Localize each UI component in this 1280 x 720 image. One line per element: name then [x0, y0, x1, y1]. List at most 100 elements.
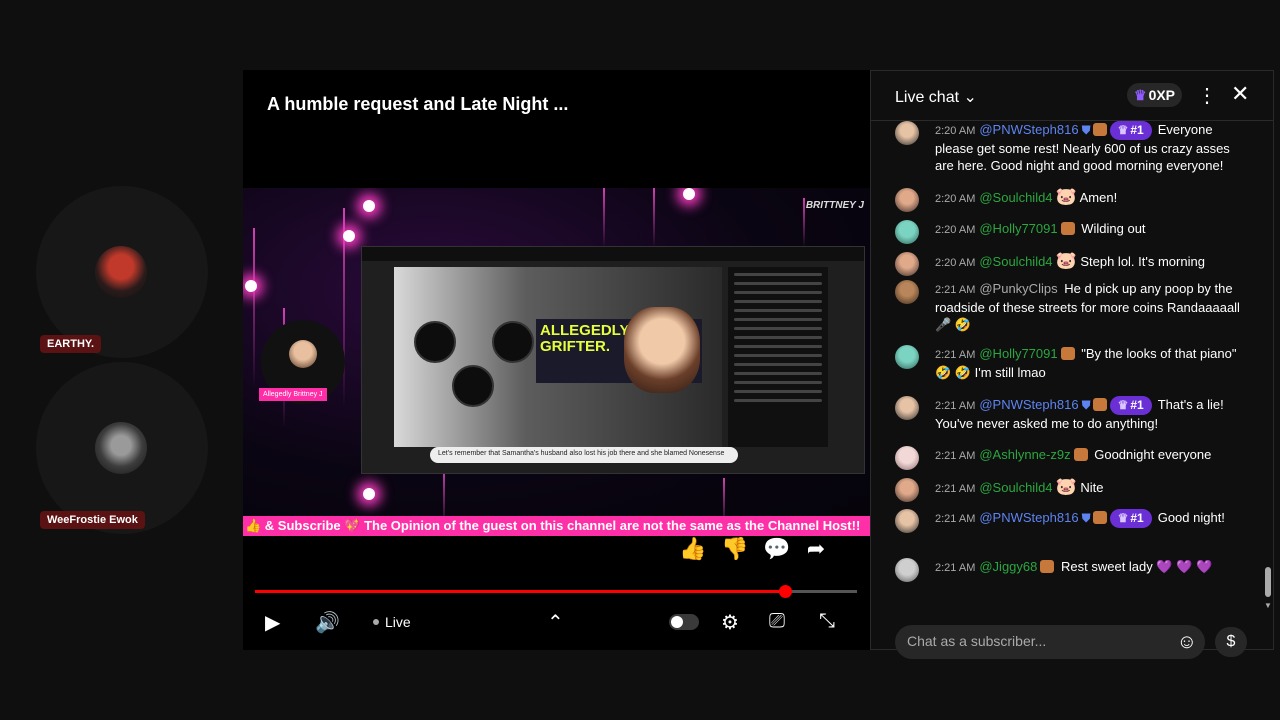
avatar: [895, 558, 919, 582]
chat-message-text: Amen!: [1079, 190, 1118, 205]
cast-icon[interactable]: ⎚: [769, 610, 785, 633]
stream-page: EARTHY. WeeFrostie Ewok A humble request…: [0, 0, 1280, 720]
chat-username[interactable]: @Soulchild4: [979, 254, 1052, 269]
video-frame[interactable]: Allegedly Brittney J ALLEGEDLY A GRIFTER…: [243, 188, 870, 530]
verified-icon: ⛊: [1081, 511, 1091, 525]
chat-header: Live chat ⌄ ♛ 0XP ⋮ ✕: [871, 71, 1273, 121]
shared-screen-chat: [728, 267, 828, 447]
progress-bar[interactable]: [255, 585, 857, 598]
avatar: [95, 246, 147, 298]
avatar: [895, 220, 919, 244]
channel-logo: BRITTNEY J: [805, 200, 864, 211]
exit-fullscreen-icon[interactable]: ⤡: [819, 610, 835, 633]
super-chat-icon[interactable]: $: [1215, 627, 1247, 657]
chat-scrollbar[interactable]: [1265, 567, 1271, 597]
guest-face: [624, 307, 700, 393]
chat-username[interactable]: @Holly77091: [979, 221, 1057, 236]
shared-screen-video: ALLEGEDLY A GRIFTER. Let's remember that…: [394, 267, 738, 463]
member-badge-icon: [1040, 560, 1055, 573]
emoji-icon[interactable]: ☺: [1177, 631, 1197, 654]
chat-message-text: Steph lol. It's morning: [1080, 254, 1205, 269]
avatar: [895, 345, 919, 369]
member-badge-icon: [1060, 347, 1075, 360]
more-options-icon[interactable]: ⋮: [1197, 83, 1217, 108]
light-streak: [803, 198, 805, 248]
rank-badge: ♛ #1: [1109, 396, 1152, 415]
chat-input[interactable]: Chat as a subscriber... ☺: [895, 625, 1205, 659]
chat-message: 2:21 AM @Soulchild4 🐷 Nite: [895, 477, 1245, 502]
chat-message: 2:20 AM @Holly77091 Wilding out: [895, 220, 1245, 244]
light-orb: [363, 488, 375, 500]
light-orb: [245, 280, 257, 292]
share-icon[interactable]: ➦: [805, 536, 827, 562]
guest-label: Allegedly Brittney J: [259, 388, 327, 401]
chat-username[interactable]: @PunkyClips: [979, 281, 1057, 296]
scroll-down-icon[interactable]: ▼: [1264, 601, 1272, 610]
like-icon[interactable]: 👍: [679, 536, 706, 562]
member-badge-icon: [1092, 511, 1107, 524]
chat-username[interactable]: @Ashlynne-z9z: [979, 447, 1070, 462]
toggle-knob: [671, 616, 683, 628]
light-orb: [343, 230, 355, 242]
chat-username[interactable]: @PNWSteph816: [979, 122, 1078, 137]
dislike-icon[interactable]: 👎: [721, 536, 748, 562]
avatar: [895, 188, 919, 212]
chevron-up-icon[interactable]: ⌃: [547, 610, 564, 635]
avatar: [895, 446, 919, 470]
avatar: [895, 509, 919, 533]
chevron-down-icon: ⌄: [963, 89, 977, 106]
xp-badge[interactable]: ♛ 0XP: [1127, 83, 1183, 107]
comment-icon[interactable]: 💬: [763, 536, 790, 562]
chat-message: 2:21 AM @PNWSteph816 ⛊ ♛ #1 That's a lie! You…: [895, 396, 1245, 432]
progress-scrubber[interactable]: [778, 585, 792, 598]
verified-icon: ⛊: [1081, 123, 1091, 137]
participant-tile[interactable]: [36, 186, 208, 358]
reaction-actions: 👍 👎 💬 ➦: [679, 536, 827, 562]
chat-message: 2:21 AM @PunkyClips He d pick up any poop…: [895, 280, 1245, 333]
chat-username[interactable]: @Holly77091: [979, 346, 1057, 361]
avatar: [895, 280, 919, 304]
chat-message: 2:21 AM @Ashlynne-z9z Goodnight everyone: [895, 446, 1245, 470]
chat-username[interactable]: @Soulchild4: [979, 480, 1052, 495]
verified-icon: ⛊: [1081, 398, 1091, 412]
chat-message-list[interactable]: 2:20 AM @PNWSteph816 ⛊ ♛ #1 Everyone please g…: [871, 121, 1273, 613]
ticker-banner: 👍 & Subscribe 💖 The Opinion of the guest…: [243, 516, 870, 536]
member-badge-icon: [1060, 222, 1075, 235]
avatar: [895, 252, 919, 276]
member-badge-icon: [1092, 123, 1107, 136]
chat-username[interactable]: @Jiggy68: [979, 559, 1037, 574]
crown-icon: ♛: [1134, 87, 1147, 103]
light-streak: [253, 228, 255, 388]
chat-message: 2:21 AM @Jiggy68 Rest sweet lady 💜 💜 💜: [895, 558, 1245, 582]
chat-mode-dropdown[interactable]: Live chat ⌄: [895, 87, 977, 107]
member-badge-icon: [1092, 398, 1107, 411]
chat-username[interactable]: @PNWSteph816: [979, 510, 1078, 525]
avatar: [95, 422, 147, 474]
participant-tile[interactable]: [36, 362, 208, 534]
shared-screen: ALLEGEDLY A GRIFTER. Let's remember that…: [361, 246, 865, 474]
volume-icon[interactable]: 🔊: [315, 610, 340, 635]
guest-bubble: [452, 365, 494, 407]
shared-screen-caption: Let's remember that Samantha's husband a…: [430, 447, 738, 463]
member-badge-icon: 🐷: [1055, 187, 1077, 206]
member-badge-icon: 🐷: [1055, 251, 1077, 270]
light-orb: [363, 200, 375, 212]
avatar: [895, 478, 919, 502]
chat-message: 2:20 AM @Soulchild4 🐷 Amen!: [895, 187, 1245, 212]
chat-message: 2:20 AM @Soulchild4 🐷 Steph lol. It's morn…: [895, 251, 1245, 276]
light-orb: [683, 188, 695, 200]
progress-fill: [255, 590, 785, 593]
chat-username[interactable]: @PNWSteph816: [979, 397, 1078, 412]
participant-name-tag: EARTHY.: [40, 335, 102, 353]
live-indicator[interactable]: Live: [373, 614, 411, 630]
autoplay-toggle[interactable]: [669, 614, 699, 630]
play-icon[interactable]: ▶: [265, 610, 280, 635]
video-player[interactable]: A humble request and Late Night ... Alle…: [243, 70, 870, 650]
chat-message-text: Nite: [1080, 480, 1104, 495]
participant-name-tag: WeeFrostie Ewok: [40, 511, 145, 529]
chat-username[interactable]: @Soulchild4: [979, 190, 1052, 205]
member-badge-icon: 🐷: [1055, 477, 1077, 496]
settings-icon[interactable]: ⚙: [721, 610, 739, 635]
live-label: Live: [385, 614, 411, 630]
close-icon[interactable]: ✕: [1231, 81, 1249, 107]
